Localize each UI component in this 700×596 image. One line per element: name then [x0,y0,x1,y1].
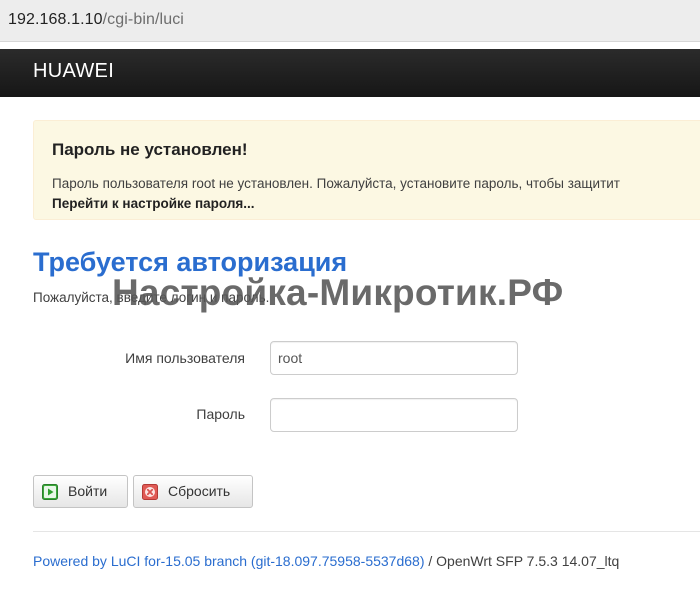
username-label: Имя пользователя [125,350,245,366]
username-input[interactable] [270,341,518,375]
go-to-password-settings-link[interactable]: Перейти к настройке пароля... [52,196,255,211]
play-icon [42,484,58,500]
login-title: Требуется авторизация [33,247,348,277]
reset-button[interactable]: Сбросить [133,475,253,508]
url-text[interactable]: 192.168.1.10/cgi-bin/luci [8,11,184,29]
url-path: /cgi-bin/luci [102,11,184,28]
header-bar: HUAWEI [0,49,700,97]
login-button[interactable]: Войти [33,475,128,508]
close-icon [142,484,158,500]
login-button-label: Войти [68,483,108,499]
login-hint: Пожалуйста, введите логин и пароль. [33,290,270,305]
password-label: Пароль [196,406,245,422]
alert-message: Пароль пользователя root не установлен. … [52,176,620,191]
browser-address-bar[interactable]: 192.168.1.10/cgi-bin/luci [0,0,700,42]
url-host: 192.168.1.10 [8,11,103,28]
page: 192.168.1.10/cgi-bin/luci HUAWEI Пароль … [0,0,700,596]
footer: Powered by LuCI for-15.05 branch (git-18… [33,553,619,569]
footer-divider [33,531,700,532]
openwrt-version-text: / OpenWrt SFP 7.5.3 14.07_ltq [424,553,620,569]
reset-button-label: Сбросить [168,483,231,499]
password-warning-alert: Пароль не установлен! Пароль пользовател… [33,120,700,220]
luci-version-link[interactable]: Powered by LuCI for-15.05 branch (git-18… [33,553,424,569]
brand-name[interactable]: HUAWEI [33,60,114,83]
password-input[interactable] [270,398,518,432]
alert-title: Пароль не установлен! [52,140,248,159]
